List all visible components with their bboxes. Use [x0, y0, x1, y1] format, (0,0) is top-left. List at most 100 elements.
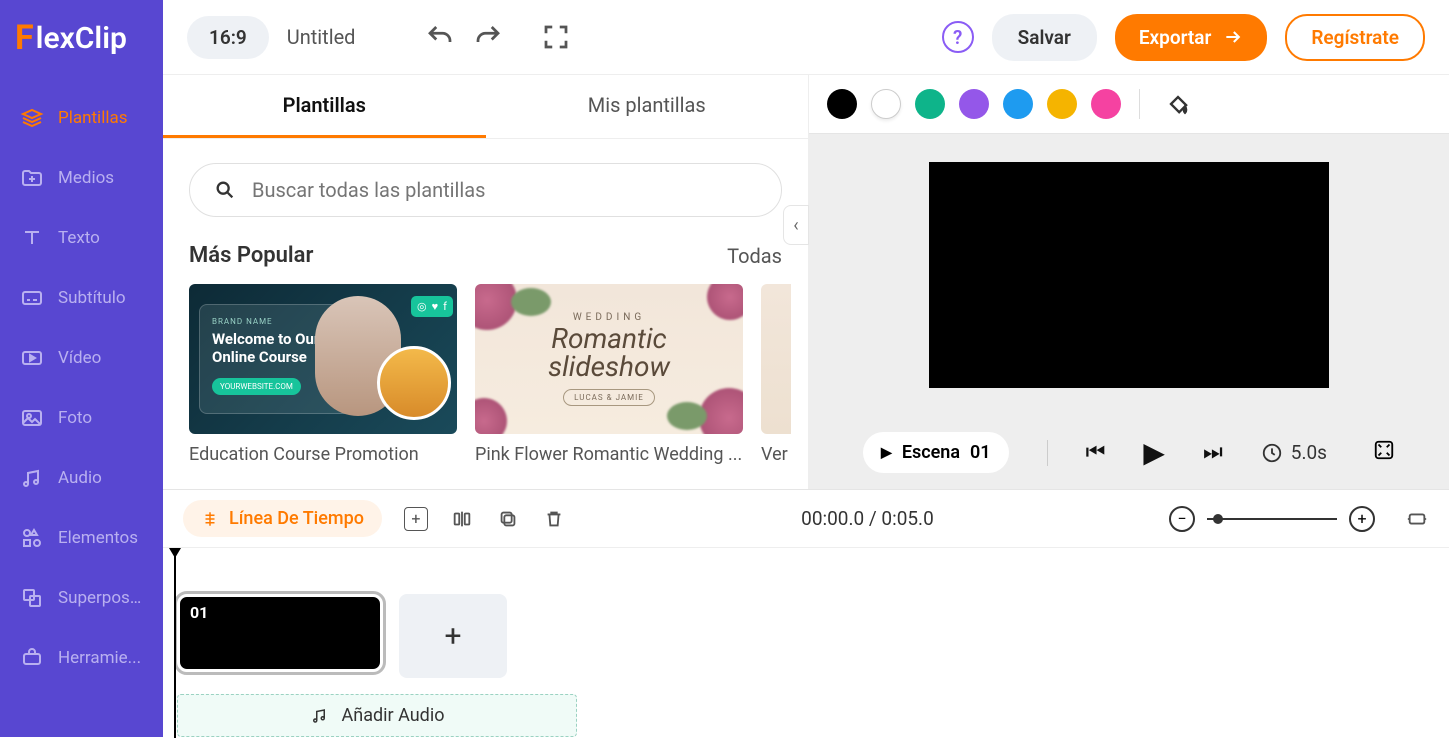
prev-scene-button[interactable]: ⏮: [1086, 440, 1106, 465]
fill-bucket-icon[interactable]: [1164, 90, 1192, 118]
scene-selector[interactable]: ▶ Escena 01: [863, 432, 1009, 473]
overlay-icon: [20, 586, 44, 610]
sidebar-item-audio[interactable]: Audio: [0, 448, 163, 508]
scene-clip[interactable]: 01: [177, 594, 383, 672]
elements-icon: [20, 526, 44, 550]
sidebar-item-label: Superposi...: [58, 588, 143, 608]
templates-panel: Plantillas Mis plantillas Más Popular To…: [163, 75, 809, 489]
swatch-black[interactable]: [827, 89, 857, 119]
canvas[interactable]: [929, 162, 1329, 388]
sidebar-item-elementos[interactable]: Elementos: [0, 508, 163, 568]
template-list: BRAND NAME Welcome to Our Online Course …: [189, 284, 782, 465]
timeline-mode-button[interactable]: Línea De Tiempo: [183, 500, 382, 537]
swatch-pink[interactable]: [1091, 89, 1121, 119]
register-button[interactable]: Regístrate: [1285, 14, 1425, 61]
sidebar-item-subtitulo[interactable]: Subtítulo: [0, 268, 163, 328]
player-controls: ▶ Escena 01 ⏮ ▶ ⏭ 5.0s: [809, 416, 1449, 489]
tab-mis-plantillas[interactable]: Mis plantillas: [486, 75, 809, 138]
undo-button[interactable]: [425, 22, 455, 52]
collapse-panel-button[interactable]: ‹: [783, 205, 809, 245]
mid-row: Plantillas Mis plantillas Más Popular To…: [163, 75, 1449, 489]
sidebar-item-label: Elementos: [58, 528, 138, 548]
copy-icon[interactable]: [496, 507, 520, 531]
add-audio-track[interactable]: Añadir Audio: [177, 694, 577, 737]
add-scene-icon[interactable]: +: [404, 507, 428, 531]
playhead[interactable]: [167, 548, 183, 564]
fit-timeline-icon[interactable]: [1405, 507, 1429, 531]
export-button[interactable]: Exportar: [1115, 14, 1268, 61]
tab-plantillas[interactable]: Plantillas: [163, 75, 486, 138]
next-scene-button[interactable]: ⏭: [1203, 440, 1223, 465]
duration-display[interactable]: 5.0s: [1261, 441, 1327, 464]
sidebar-item-label: Foto: [58, 408, 92, 428]
preview-panel: ▶ Escena 01 ⏮ ▶ ⏭ 5.0s: [809, 75, 1449, 489]
redo-button[interactable]: [473, 22, 503, 52]
timeline-time: 00:00.0 / 0:05.0: [801, 507, 934, 530]
audio-icon: [20, 466, 44, 490]
delete-icon[interactable]: [542, 507, 566, 531]
play-icon: ▶: [881, 445, 892, 461]
sidebar-item-video[interactable]: Vídeo: [0, 328, 163, 388]
sidebar-item-foto[interactable]: Foto: [0, 388, 163, 448]
scene-label: Escena: [902, 442, 960, 463]
sidebar-item-texto[interactable]: Texto: [0, 208, 163, 268]
peek-label: Ver: [761, 434, 791, 465]
topbar: 16:9 ? Salvar Exportar Regístrate: [163, 0, 1449, 75]
section-header: Más Popular Todas: [189, 243, 782, 268]
music-note-icon: [310, 707, 328, 725]
video-icon: [20, 346, 44, 370]
help-button[interactable]: ?: [942, 21, 974, 53]
zoom-slider[interactable]: [1207, 518, 1337, 520]
project-title-input[interactable]: [287, 25, 407, 49]
search-input[interactable]: [252, 178, 757, 202]
tools-icon: [20, 646, 44, 670]
see-all-link[interactable]: Todas: [727, 244, 782, 268]
zoom-controls: − +: [1169, 506, 1375, 532]
text-icon: [20, 226, 44, 250]
panel-tabs: Plantillas Mis plantillas: [163, 75, 808, 139]
timeline-toolbar: Línea De Tiempo + 00:00.0 / 0:05.0 − +: [163, 490, 1449, 548]
logo-letter: F: [15, 18, 34, 58]
save-button[interactable]: Salvar: [992, 14, 1097, 61]
template-caption: Education Course Promotion: [189, 434, 457, 465]
template-thumb: WEDDING Romanticslideshow LUCAS & JAMIE: [475, 284, 743, 434]
sidebar-item-superposi[interactable]: Superposi...: [0, 568, 163, 628]
template-peek[interactable]: Ver: [761, 284, 791, 465]
sidebar-item-plantillas[interactable]: Plantillas: [0, 88, 163, 148]
expand-preview-button[interactable]: [1373, 439, 1395, 466]
timeline-icon: [201, 510, 219, 528]
logo[interactable]: FlexClip: [0, 0, 163, 88]
preview-area: [809, 134, 1449, 416]
subtitle-icon: [20, 286, 44, 310]
scene-number: 01: [970, 442, 991, 463]
template-card[interactable]: BRAND NAME Welcome to Our Online Course …: [189, 284, 457, 465]
left-sidebar: FlexClip Plantillas Medios Texto Subtítu…: [0, 0, 163, 737]
media-icon: [20, 166, 44, 190]
swatch-blue[interactable]: [1003, 89, 1033, 119]
sidebar-item-label: Subtítulo: [58, 288, 126, 308]
sidebar-item-medios[interactable]: Medios: [0, 148, 163, 208]
swatch-yellow[interactable]: [1047, 89, 1077, 119]
color-row: [809, 75, 1449, 134]
swatch-green[interactable]: [915, 89, 945, 119]
sidebar-item-label: Medios: [58, 168, 114, 188]
swatch-white[interactable]: [871, 89, 901, 119]
add-scene-button[interactable]: +: [399, 594, 507, 678]
play-button[interactable]: ▶: [1143, 436, 1165, 469]
template-thumb: BRAND NAME Welcome to Our Online Course …: [189, 284, 457, 434]
zoom-in-button[interactable]: +: [1349, 506, 1375, 532]
search-box[interactable]: [189, 163, 782, 217]
export-label: Exportar: [1139, 26, 1212, 49]
fullscreen-button[interactable]: [541, 22, 571, 52]
split-icon[interactable]: [450, 507, 474, 531]
sidebar-item-herramie[interactable]: Herramie...: [0, 628, 163, 688]
popular-title: Más Popular: [189, 243, 313, 268]
template-caption: Pink Flower Romantic Wedding ...: [475, 434, 743, 465]
swatch-purple[interactable]: [959, 89, 989, 119]
template-card[interactable]: WEDDING Romanticslideshow LUCAS & JAMIE …: [475, 284, 743, 465]
aspect-ratio-badge[interactable]: 16:9: [187, 16, 269, 59]
timeline-body: 01 + Añadir Audio: [163, 548, 1449, 737]
color-divider: [1139, 89, 1140, 119]
photo-icon: [20, 406, 44, 430]
zoom-out-button[interactable]: −: [1169, 506, 1195, 532]
